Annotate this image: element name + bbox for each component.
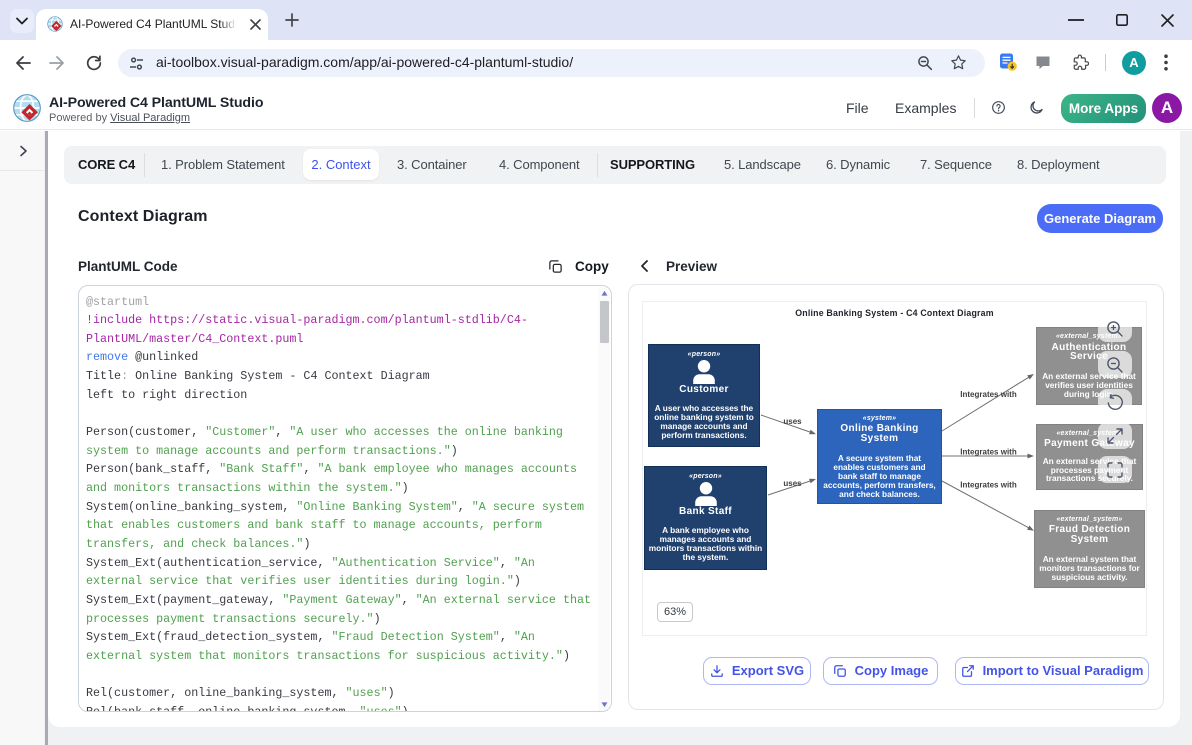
svg-text:uses: uses	[783, 417, 802, 426]
svg-text:Integrates with: Integrates with	[960, 481, 1017, 490]
svg-text:uses: uses	[783, 479, 802, 488]
svg-text:Integrates with: Integrates with	[960, 448, 1017, 457]
svg-text:Integrates with: Integrates with	[960, 390, 1017, 399]
